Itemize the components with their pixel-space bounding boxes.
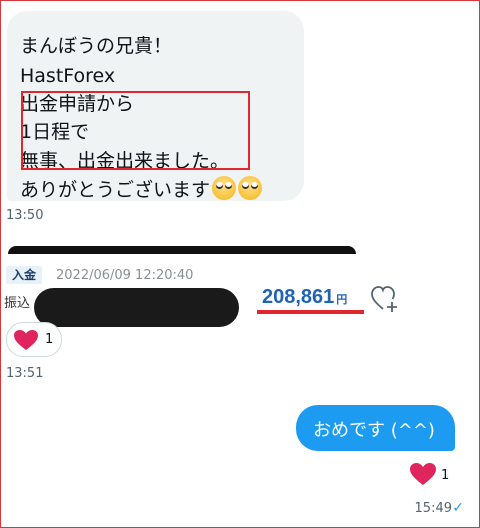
highlight-box	[21, 91, 250, 170]
eye-roll-emoji-icon	[212, 176, 237, 200]
reaction-count: 1	[441, 468, 450, 483]
reaction-count: 1	[45, 332, 54, 347]
reaction-chip[interactable]: 1	[6, 322, 62, 357]
message-line: HastForex	[20, 65, 116, 87]
redaction-bar	[8, 246, 356, 254]
message-line: まんぼうの兄貴！	[20, 35, 173, 57]
deposit-badge: 入金	[6, 266, 43, 284]
message-line-text: ありがとうございます	[20, 179, 211, 201]
heart-icon[interactable]	[409, 462, 437, 486]
amount-value: 208,861	[262, 286, 335, 308]
message-timestamp: 13:50	[6, 208, 44, 223]
eye-roll-emoji-icon	[238, 176, 263, 200]
sent-check-icon: ✓	[452, 500, 464, 516]
add-reaction-icon[interactable]	[370, 285, 400, 313]
incoming-message-bubble: まんぼうの兄貴！ HastForex 出金申請から 1日程で 無事、出金出来まし…	[7, 11, 304, 201]
amount-highlight-underline	[257, 310, 364, 314]
message-line-last: ありがとうございます	[20, 176, 263, 203]
outgoing-message-bubble: おめです (^^)	[296, 405, 455, 451]
deposit-amount: 208,861 円	[262, 286, 347, 309]
message-timestamp: 13:51	[6, 366, 44, 381]
outgoing-message-text: おめです (^^)	[313, 420, 435, 441]
heart-icon	[14, 330, 38, 350]
currency-symbol: 円	[336, 294, 348, 306]
message-timestamp: 15:49	[414, 501, 452, 516]
deposit-datetime: 2022/06/09 12:20:40	[56, 268, 194, 283]
transfer-label: 振込	[4, 296, 31, 311]
redacted-sender-name	[34, 288, 239, 327]
